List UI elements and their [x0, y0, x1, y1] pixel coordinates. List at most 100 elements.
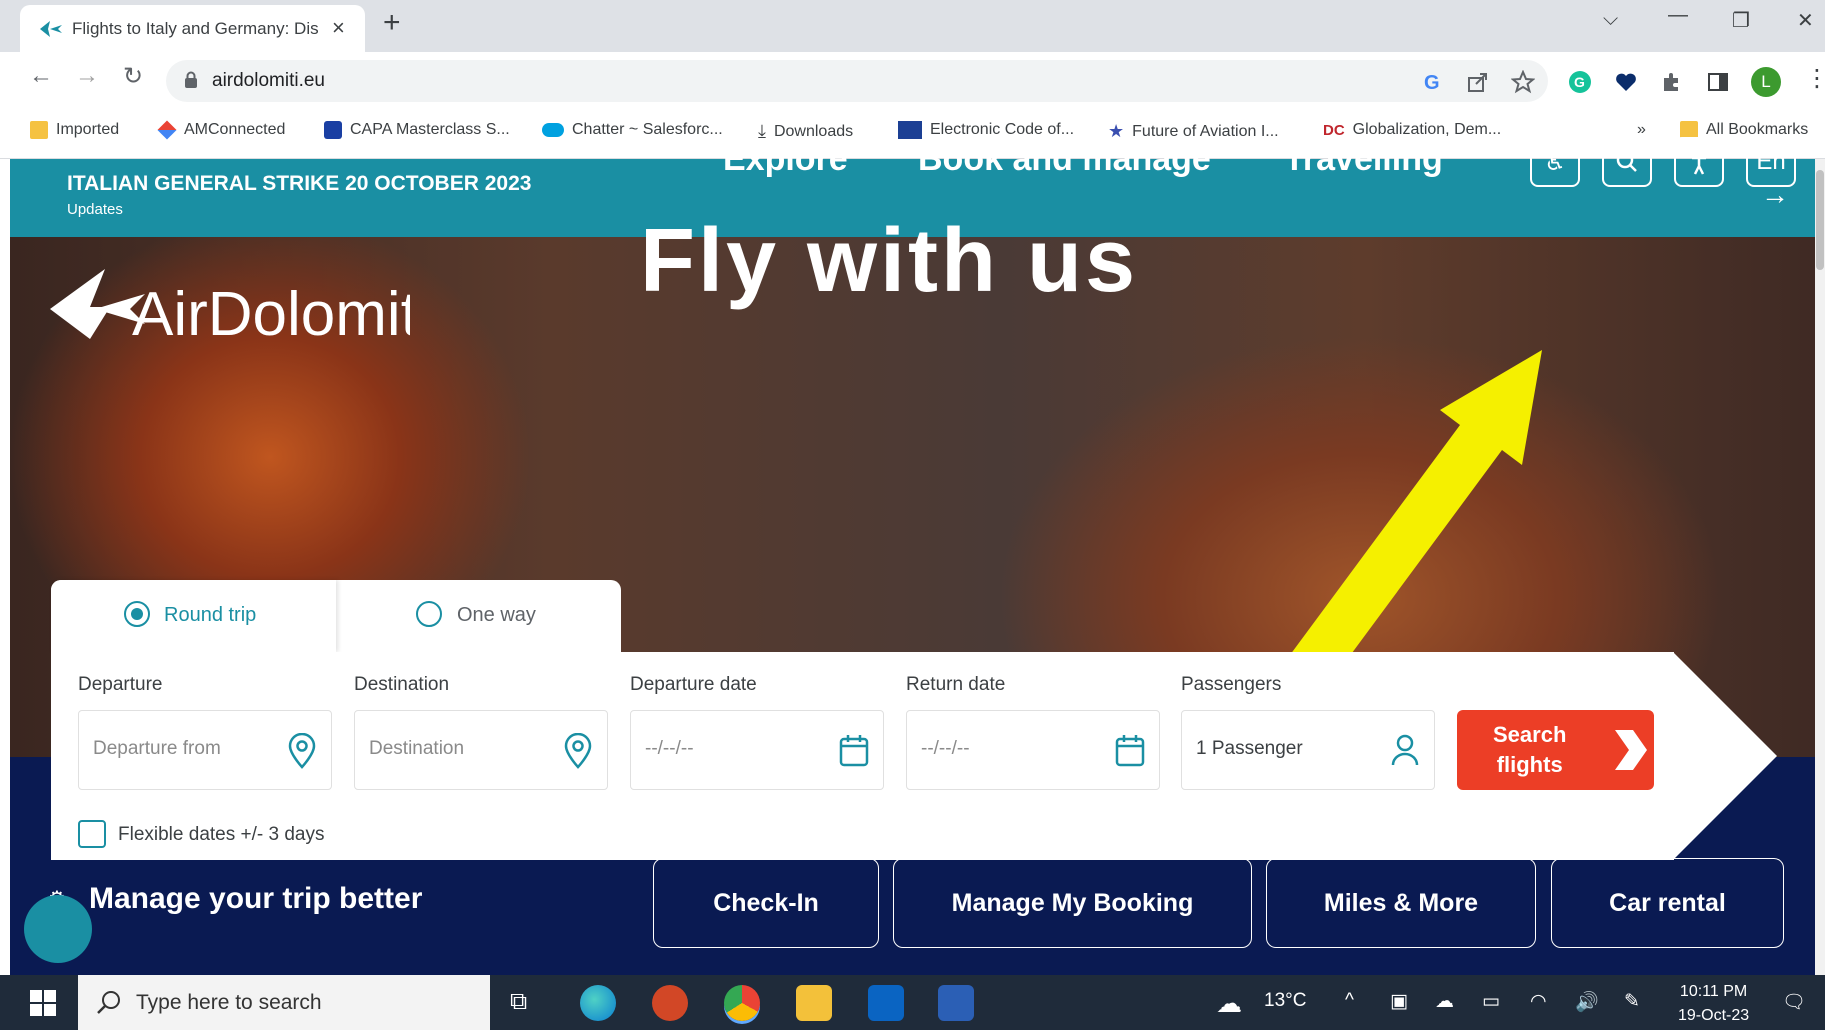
return-date-input[interactable]: --/--/-- — [906, 710, 1160, 790]
browser-tab-title: Flights to Italy and Germany: Dis — [72, 19, 319, 38]
new-tab-button[interactable]: + — [383, 6, 401, 40]
bookmark-ecfr[interactable]: Electronic Code of... — [898, 121, 1074, 139]
svg-text:G: G — [1574, 74, 1585, 90]
browser-menu-icon[interactable]: ⋮ — [1805, 64, 1825, 93]
url-text: airdolomiti.eu — [212, 70, 325, 91]
task-view-icon[interactable]: ⧉ — [510, 988, 527, 1016]
bookmark-chatter[interactable]: Chatter ~ Salesforc... — [542, 121, 723, 139]
destination-label: Destination — [354, 674, 450, 695]
search-flights-button[interactable]: Search flights — [1457, 710, 1654, 790]
banner-subtext: Updates — [67, 201, 123, 218]
file-explorer-icon[interactable] — [796, 985, 832, 1021]
reload-icon[interactable]: ↻ — [116, 62, 150, 91]
car-rental-button[interactable]: Car rental — [1551, 858, 1784, 948]
page-scrollbar[interactable] — [1815, 159, 1825, 975]
word-icon[interactable] — [938, 985, 974, 1021]
address-bar[interactable]: airdolomiti.eu — [166, 60, 1548, 102]
taskbar-search-box[interactable]: Type here to search — [78, 975, 490, 1030]
departure-input[interactable]: Departure from — [78, 710, 332, 790]
clock-time: 10:11 PM — [1679, 983, 1748, 1000]
dc-icon: DC — [1323, 121, 1345, 139]
grammarly-icon[interactable]: G — [1568, 70, 1592, 94]
airdolomiti-logo[interactable]: AirDolomiti — [50, 269, 410, 349]
chat-bubble-button[interactable] — [24, 895, 92, 963]
hero-title: Fly with us — [640, 211, 1139, 311]
bookmark-amconnected[interactable]: AMConnected — [157, 120, 285, 140]
booking-form-arrow — [1673, 652, 1777, 860]
page-scrollbar-thumb[interactable] — [1816, 170, 1824, 270]
chrome-icon[interactable] — [724, 985, 760, 1021]
search-icon — [97, 991, 120, 1014]
onedrive-icon[interactable]: ☁ — [1435, 990, 1454, 1013]
departure-date-input[interactable]: --/--/-- — [630, 710, 884, 790]
share-icon[interactable] — [1466, 70, 1490, 94]
search-button[interactable] — [1602, 137, 1652, 187]
lock-icon — [185, 71, 197, 88]
notifications-icon[interactable]: 🗨 — [1782, 990, 1806, 1014]
round-trip-label: Round trip — [164, 604, 257, 626]
return-date-label: Return date — [906, 674, 1006, 695]
bookmark-future-aviation[interactable]: ★ Future of Aviation I... — [1108, 121, 1279, 142]
volume-icon[interactable]: 🔊 — [1575, 990, 1599, 1014]
svg-text:G: G — [1424, 72, 1440, 94]
flexible-dates-checkbox[interactable] — [78, 820, 106, 848]
one-way-radio[interactable] — [416, 601, 442, 627]
star-icon: ★ — [1108, 121, 1125, 141]
gpo-icon — [898, 121, 922, 139]
search-icon — [1616, 151, 1637, 172]
tab-search-icon[interactable]: ⌵ — [1603, 8, 1618, 31]
windows-start-icon[interactable] — [30, 990, 56, 1016]
minimize-icon[interactable]: — — [1668, 4, 1688, 27]
passengers-input[interactable]: 1 Passenger — [1181, 710, 1435, 790]
location-pin-icon — [288, 733, 316, 769]
powerpoint-icon[interactable] — [652, 985, 688, 1021]
taskbar-clock[interactable]: 10:11 PM 19-Oct-23 — [1678, 980, 1749, 1028]
miles-and-more-button[interactable]: Miles & More — [1266, 858, 1536, 948]
diamond-icon — [157, 120, 177, 140]
edge-icon[interactable] — [580, 985, 616, 1021]
outlook-icon[interactable] — [868, 985, 904, 1021]
close-window-icon[interactable]: ✕ — [1797, 8, 1814, 33]
wifi-icon[interactable]: ◠ — [1530, 990, 1547, 1013]
bookmark-star-icon[interactable] — [1511, 70, 1535, 94]
google-icon[interactable]: G — [1420, 70, 1444, 94]
profile-avatar[interactable]: L — [1751, 67, 1781, 97]
nav-book-and-manage[interactable]: Book and manage — [918, 140, 1211, 179]
wheelchair-icon: ♿ — [1544, 148, 1566, 176]
extensions-puzzle-icon[interactable] — [1660, 70, 1684, 94]
weather-temperature[interactable]: 13°C — [1264, 990, 1306, 1012]
folder-icon — [30, 121, 48, 139]
check-in-button[interactable]: Check-In — [653, 858, 879, 948]
bookmark-globalization[interactable]: DC Globalization, Dem... — [1323, 121, 1501, 139]
download-icon: ⤓ — [758, 121, 766, 141]
restore-icon[interactable]: ❐ — [1732, 8, 1750, 33]
location-pin-icon — [564, 733, 592, 769]
bookmark-capa[interactable]: CAPA Masterclass S... — [324, 121, 510, 139]
close-tab-icon[interactable]: × — [332, 15, 345, 41]
departure-label: Departure — [78, 674, 163, 695]
round-trip-radio[interactable] — [124, 601, 150, 627]
pen-icon[interactable]: ✎ — [1624, 990, 1640, 1013]
bookmark-imported[interactable]: Imported — [30, 121, 119, 139]
nav-explore[interactable]: Explore — [723, 140, 848, 179]
nav-travelling[interactable]: Travelling — [1284, 140, 1443, 179]
back-icon[interactable]: ← — [24, 62, 58, 90]
tray-app-icon[interactable]: ▣ — [1390, 990, 1408, 1013]
cloud-icon — [542, 123, 564, 137]
side-panel-icon[interactable] — [1706, 70, 1730, 94]
weather-cloud-icon: ☁ — [1216, 988, 1242, 1018]
forward-icon[interactable]: → — [70, 62, 104, 90]
tray-chevron-up-icon[interactable]: ^ — [1345, 990, 1354, 1012]
bookmark-downloads[interactable]: ⤓ Downloads — [758, 121, 853, 142]
accessibility-button[interactable]: ♿ — [1530, 137, 1580, 187]
manage-booking-button[interactable]: Manage My Booking — [893, 858, 1252, 948]
login-button[interactable] — [1674, 137, 1724, 187]
browser-tab-active[interactable]: Flights to Italy and Germany: Dis × — [20, 5, 365, 52]
destination-input[interactable]: Destination — [354, 710, 608, 790]
language-selector[interactable]: En — [1746, 137, 1796, 187]
banner-headline: ITALIAN GENERAL STRIKE 20 OCTOBER 2023 — [67, 172, 532, 195]
annotation-arrow-icon — [1290, 350, 1542, 670]
heart-extension-icon[interactable] — [1614, 70, 1638, 94]
chevron-right-icon — [1615, 730, 1647, 770]
battery-icon[interactable]: ▭ — [1482, 990, 1500, 1013]
